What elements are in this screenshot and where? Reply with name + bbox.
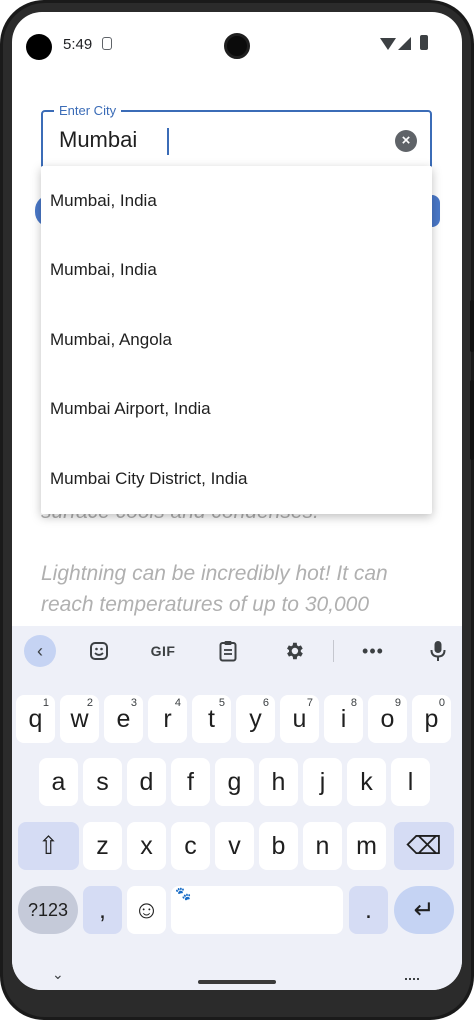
key-a[interactable]: a xyxy=(39,758,78,806)
wifi-icon xyxy=(380,38,396,50)
status-time: 5:49 xyxy=(63,36,93,53)
background-paragraph: Lightning can be incredibly hot! It can … xyxy=(41,562,388,616)
microphone-icon[interactable] xyxy=(422,635,454,667)
key-b[interactable]: b xyxy=(259,822,298,870)
key-hint: 4 xyxy=(174,697,181,709)
key-n[interactable]: n xyxy=(303,822,342,870)
key-s[interactable]: s xyxy=(83,758,122,806)
screen: 5:49 surface cools and condenses. Lightn… xyxy=(12,12,462,990)
key-r[interactable]: r4 xyxy=(148,695,187,743)
key-letter: u xyxy=(292,704,307,733)
battery-icon xyxy=(420,35,428,50)
key-w[interactable]: w2 xyxy=(60,695,99,743)
key-hint: 2 xyxy=(86,697,93,709)
key-hint: 7 xyxy=(306,697,313,709)
key-t[interactable]: t5 xyxy=(192,695,231,743)
text-caret xyxy=(167,128,169,155)
key-d[interactable]: d xyxy=(127,758,166,806)
volume-button xyxy=(470,300,474,352)
key-g[interactable]: g xyxy=(215,758,254,806)
key-c[interactable]: c xyxy=(171,822,210,870)
key-letter: i xyxy=(340,704,347,733)
key-k[interactable]: k xyxy=(347,758,386,806)
front-camera xyxy=(224,33,250,59)
key-hint: 1 xyxy=(42,697,49,709)
key-q[interactable]: q1 xyxy=(16,695,55,743)
key-y[interactable]: y6 xyxy=(236,695,275,743)
suggestion-item[interactable]: Mumbai City District, India xyxy=(41,444,432,513)
gear-icon[interactable] xyxy=(278,635,310,667)
key-hint: 9 xyxy=(394,697,401,709)
enter-key[interactable]: ↵ xyxy=(394,886,454,934)
notification-dot-icon xyxy=(26,34,52,60)
key-z[interactable]: z xyxy=(83,822,122,870)
suggestions-dropdown: Mumbai, India Mumbai, India Mumbai, Ango… xyxy=(41,166,432,514)
soft-keyboard: ‹ GIF ••• q1 w2 e3 r 4 t 5 y 6 u 7 i 8 o… xyxy=(12,626,462,990)
emoji-key[interactable]: ☺ xyxy=(127,886,166,934)
key-i[interactable]: i8 xyxy=(324,695,363,743)
city-input-label: Enter City xyxy=(54,103,122,118)
key-l[interactable]: l xyxy=(391,758,430,806)
suggestion-item[interactable]: Mumbai, Angola xyxy=(41,305,432,374)
key-p[interactable]: p0 xyxy=(412,695,451,743)
key-u[interactable]: u7 xyxy=(280,695,319,743)
space-key[interactable]: 🐾 xyxy=(171,886,343,934)
key-e[interactable]: e3 xyxy=(104,695,143,743)
key-letter: r xyxy=(163,704,172,733)
keyboard-switcher-icon[interactable] xyxy=(404,968,422,980)
key-letter: e xyxy=(116,704,131,733)
clear-icon[interactable]: × xyxy=(395,130,417,152)
key-letter: y xyxy=(249,704,262,733)
phone-frame: 5:49 surface cools and condenses. Lightn… xyxy=(0,0,474,1020)
keyboard-toolbar: ‹ GIF ••• xyxy=(12,626,462,676)
paw-icon: 🐾 xyxy=(175,886,192,901)
shift-key[interactable]: ⇧ xyxy=(18,822,79,870)
key-letter: w xyxy=(70,704,89,733)
key-hint: 6 xyxy=(262,697,269,709)
key-v[interactable]: v xyxy=(215,822,254,870)
status-bar: 5:49 xyxy=(12,12,462,68)
key-f[interactable]: f xyxy=(171,758,210,806)
period-key[interactable]: . xyxy=(349,886,388,934)
key-o[interactable]: o9 xyxy=(368,695,407,743)
key-letter: o xyxy=(380,704,395,733)
gif-button[interactable]: GIF xyxy=(145,635,181,667)
signal-icon xyxy=(398,37,411,50)
clipboard-icon[interactable] xyxy=(212,635,244,667)
key-x[interactable]: x xyxy=(127,822,166,870)
sim-icon xyxy=(102,37,112,50)
suggestion-item[interactable]: Mumbai Airport, India xyxy=(41,374,432,443)
key-hint: 0 xyxy=(438,697,445,709)
power-button xyxy=(470,380,474,460)
city-input-field[interactable]: × xyxy=(41,110,432,170)
suggestion-item[interactable]: Mumbai, India xyxy=(41,235,432,304)
key-j[interactable]: j xyxy=(303,758,342,806)
suggestion-item[interactable]: Mumbai, India xyxy=(41,166,432,235)
key-hint: 8 xyxy=(350,697,357,709)
key-hint: 3 xyxy=(130,697,137,709)
city-input[interactable] xyxy=(59,127,379,153)
hide-keyboard-icon[interactable]: ⌄ xyxy=(52,966,64,983)
key-letter: q xyxy=(28,704,43,733)
collapse-toolbar-button[interactable]: ‹ xyxy=(24,635,56,667)
key-letter: t xyxy=(208,704,215,733)
sticker-icon[interactable] xyxy=(83,635,115,667)
toolbar-divider xyxy=(333,640,334,662)
key-h[interactable]: h xyxy=(259,758,298,806)
more-options-icon[interactable]: ••• xyxy=(357,635,389,667)
backspace-key[interactable]: ⌫ xyxy=(394,822,454,870)
key-m[interactable]: m xyxy=(347,822,386,870)
key-hint: 5 xyxy=(218,697,225,709)
key-letter: p xyxy=(424,704,439,733)
home-gesture-bar[interactable] xyxy=(198,980,276,984)
symbols-key[interactable]: ?123 xyxy=(18,886,78,934)
comma-key[interactable]: , xyxy=(83,886,122,934)
